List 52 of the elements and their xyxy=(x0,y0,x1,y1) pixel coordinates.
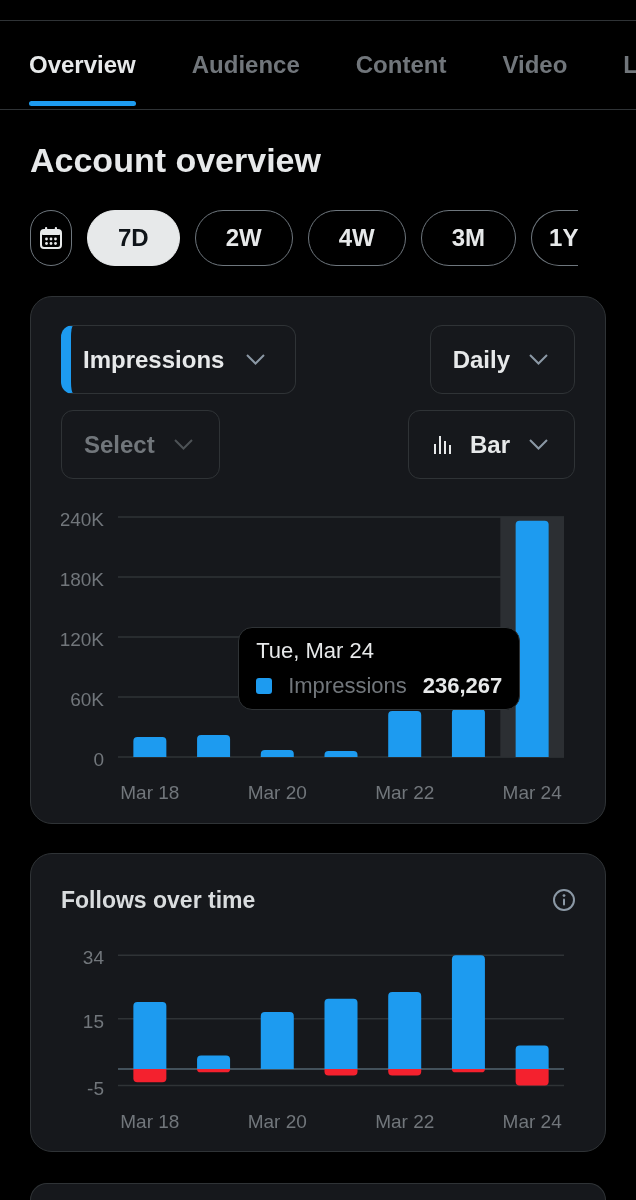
bar xyxy=(388,711,422,757)
card-title: Follows over time xyxy=(61,887,256,913)
interval-dropdown[interactable]: Daily xyxy=(429,325,575,394)
x-axis-label: Mar 22 xyxy=(375,1111,435,1132)
bar-chart-icon xyxy=(433,435,451,454)
bar xyxy=(451,709,485,757)
negative-bar xyxy=(324,1068,358,1076)
x-axis-label: Mar 24 xyxy=(502,1111,562,1132)
y-axis-label: 0 xyxy=(93,749,104,770)
negative-bar xyxy=(451,1068,485,1073)
bar xyxy=(197,735,231,757)
y-axis-label: 240K xyxy=(61,509,104,530)
chevron-icon xyxy=(529,354,548,365)
y-axis-label: 60K xyxy=(70,689,104,710)
calendar-icon xyxy=(40,227,62,249)
date-range-button[interactable]: 7D xyxy=(87,210,180,266)
chevron-icon xyxy=(173,439,193,450)
positive-bar xyxy=(324,998,358,1069)
bar xyxy=(133,737,167,757)
metric-dropdown[interactable]: Impressions xyxy=(61,325,297,394)
y-axis-label: 180K xyxy=(61,569,104,590)
tab[interactable]: Content xyxy=(355,44,447,106)
page-heading: Account overview xyxy=(30,141,321,180)
compare-dropdown[interactable]: Select xyxy=(61,410,220,479)
tab[interactable]: Video xyxy=(502,44,568,106)
x-axis-label: Mar 18 xyxy=(120,1111,180,1132)
x-axis-label: Mar 20 xyxy=(247,782,307,803)
y-axis-label: 34 xyxy=(82,947,104,969)
tab[interactable]: Overview xyxy=(29,44,136,106)
tooltip-series-label: Impressions xyxy=(288,673,407,699)
positive-bar xyxy=(260,1012,294,1069)
bar xyxy=(260,750,294,757)
x-axis-label: Mar 22 xyxy=(375,782,435,803)
positive-bar xyxy=(197,1055,231,1069)
x-axis-label: Mar 24 xyxy=(502,782,562,803)
tab[interactable]: Audience xyxy=(191,44,300,106)
y-axis-label: 120K xyxy=(61,629,104,650)
info-icon[interactable] xyxy=(553,889,575,911)
x-axis-label: Mar 20 xyxy=(247,1111,307,1132)
chevron-icon xyxy=(246,354,266,365)
negative-bar xyxy=(388,1068,422,1076)
x-axis-label: Mar 18 xyxy=(120,782,180,803)
tooltip-date: Tue, Mar 24 xyxy=(256,638,375,664)
positive-bar xyxy=(133,1002,167,1069)
positive-bar xyxy=(515,1045,549,1069)
chevron-icon xyxy=(529,439,548,450)
negative-bar xyxy=(197,1068,231,1073)
y-axis-label: -5 xyxy=(87,1077,104,1099)
y-axis-label: 15 xyxy=(82,1010,104,1032)
tooltip-value: 236,267 xyxy=(422,673,503,699)
chart-type-dropdown[interactable]: Bar xyxy=(407,410,575,479)
bar xyxy=(324,751,358,757)
